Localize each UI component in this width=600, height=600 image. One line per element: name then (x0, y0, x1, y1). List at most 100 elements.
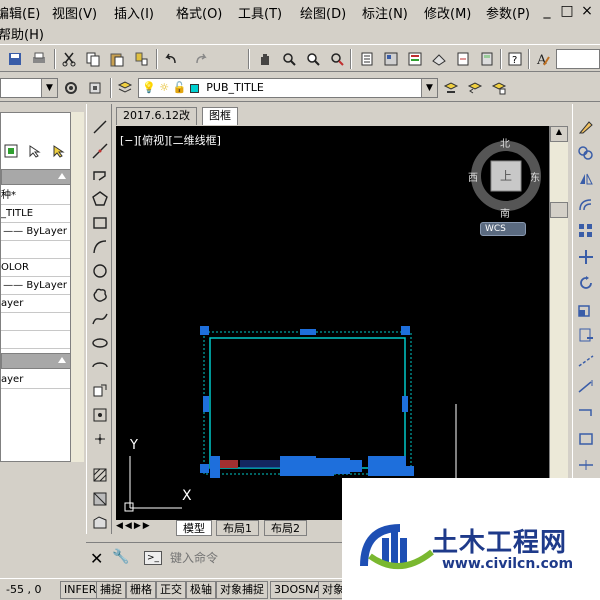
spline-icon[interactable] (89, 308, 111, 330)
save-icon[interactable] (4, 48, 26, 70)
trim-icon[interactable] (575, 350, 597, 372)
ellipse-arc-icon[interactable] (89, 356, 111, 378)
status-snap[interactable]: 捕捉 (96, 581, 126, 599)
tab-layout2[interactable]: 布局2 (264, 520, 307, 536)
grip[interactable] (200, 326, 209, 335)
tab-model[interactable]: 模型 (176, 520, 212, 536)
grip[interactable] (402, 396, 408, 412)
close-icon[interactable]: × (578, 2, 596, 20)
break-icon[interactable] (575, 428, 597, 450)
text-style-combo[interactable] (556, 49, 600, 69)
paste-icon[interactable] (106, 48, 128, 70)
construction-line-icon[interactable] (89, 140, 111, 162)
tool-palettes-icon[interactable] (404, 48, 426, 70)
redo-icon[interactable] (190, 48, 212, 70)
grip[interactable] (203, 396, 209, 412)
make-block-icon[interactable] (89, 404, 111, 426)
mirror-icon[interactable] (575, 168, 597, 190)
layer-manager-icon[interactable] (114, 77, 136, 99)
property-row[interactable] (1, 331, 71, 349)
status-infer[interactable]: INFER (60, 581, 101, 599)
menu-modify[interactable]: 修改(M) (424, 3, 471, 22)
general-section-header[interactable] (1, 169, 71, 185)
rotate-icon[interactable] (575, 272, 597, 294)
grip[interactable] (368, 456, 386, 476)
copy-object-icon[interactable] (575, 142, 597, 164)
status-grid[interactable]: 栅格 (126, 581, 156, 599)
print-icon[interactable] (28, 48, 50, 70)
join-icon[interactable] (575, 454, 597, 476)
line-icon[interactable] (89, 116, 111, 138)
grip[interactable] (280, 456, 298, 476)
quick-select-icon[interactable] (1, 141, 21, 161)
restore-icon[interactable]: □ (558, 2, 576, 20)
scroll-up-icon[interactable]: ▲ (550, 126, 568, 142)
canvas-vertical-scrollbar[interactable]: ▲ (549, 126, 568, 520)
point-icon[interactable] (89, 428, 111, 450)
move-icon[interactable] (575, 246, 597, 268)
hatch-icon[interactable] (89, 464, 111, 486)
arc-icon[interactable] (89, 236, 111, 258)
property-row[interactable]: OLOR (1, 259, 71, 277)
frame-outline[interactable] (209, 337, 406, 469)
coordinates-readout[interactable]: -55 , 0 (6, 583, 41, 596)
scale-icon[interactable] (575, 298, 597, 320)
grip[interactable] (406, 466, 414, 476)
match-properties-icon[interactable] (130, 48, 152, 70)
polygon-icon[interactable] (89, 188, 111, 210)
customize-icon[interactable]: 🔧 (112, 549, 129, 565)
property-row[interactable]: ayer (1, 295, 71, 313)
grip[interactable] (200, 464, 209, 473)
undo-icon[interactable] (160, 48, 182, 70)
grip[interactable] (298, 456, 316, 476)
select-objects-icon[interactable] (25, 141, 45, 161)
gradient-icon[interactable] (89, 488, 111, 510)
scroll-thumb[interactable] (550, 202, 568, 218)
menu-edit[interactable]: 编辑(E) (0, 3, 40, 22)
property-row[interactable] (1, 313, 71, 331)
layer-states-icon[interactable] (488, 77, 510, 99)
status-ortho[interactable]: 正交 (156, 581, 186, 599)
layer-previous-icon[interactable] (464, 77, 486, 99)
region-icon[interactable] (89, 512, 111, 534)
status-polar[interactable]: 极轴 (186, 581, 216, 599)
text-style-icon[interactable]: A (532, 48, 554, 70)
menu-parametric[interactable]: 参数(P) (486, 3, 530, 22)
zoom-realtime-icon[interactable] (278, 48, 300, 70)
tab-drawing-2[interactable]: 图框 (202, 107, 238, 125)
erase-icon[interactable] (575, 116, 597, 138)
layer-combo[interactable]: 💡 ☼ 🔓 PUB_TITLE ▼ (138, 78, 438, 98)
help-icon[interactable]: ? (504, 48, 526, 70)
properties-icon[interactable] (356, 48, 378, 70)
toggle-pickadd-icon[interactable] (49, 141, 69, 161)
menu-view[interactable]: 视图(V) (52, 3, 97, 22)
grip[interactable] (300, 329, 316, 335)
status-osnap[interactable]: 对象捕捉 (216, 581, 268, 599)
zoom-window-icon[interactable] (302, 48, 324, 70)
frame-outer-outline[interactable] (203, 331, 412, 475)
minimize-icon[interactable]: _ (538, 2, 556, 20)
stretch-icon[interactable] (575, 324, 597, 346)
menu-help[interactable]: 帮助(H) (0, 24, 44, 43)
property-row[interactable]: _TITLE (1, 205, 71, 223)
zoom-previous-icon[interactable] (326, 48, 348, 70)
grip[interactable] (210, 456, 220, 478)
properties-scrollbar[interactable] (70, 112, 84, 462)
tab-layout1[interactable]: 布局1 (216, 520, 259, 536)
toolbar-lock-icon[interactable] (84, 77, 106, 99)
property-row[interactable]: 种* (1, 187, 71, 205)
extend-icon[interactable] (575, 376, 597, 398)
menu-draw[interactable]: 绘图(D) (300, 3, 346, 22)
copy-icon[interactable] (82, 48, 104, 70)
grip[interactable] (334, 458, 350, 474)
command-input[interactable] (170, 548, 338, 568)
property-row[interactable]: —— ByLayer (1, 223, 71, 241)
command-prompt-icon[interactable]: >_ (144, 551, 162, 565)
layout-nav-buttons[interactable]: ◀◀▶▶ (116, 521, 152, 531)
pan-icon[interactable] (254, 48, 276, 70)
revision-cloud-icon[interactable] (89, 284, 111, 306)
property-row[interactable]: —— ByLayer (1, 277, 71, 295)
cut-icon[interactable] (58, 48, 80, 70)
ellipse-icon[interactable] (89, 332, 111, 354)
tab-drawing-1[interactable]: 2017.6.12改 (116, 107, 197, 125)
